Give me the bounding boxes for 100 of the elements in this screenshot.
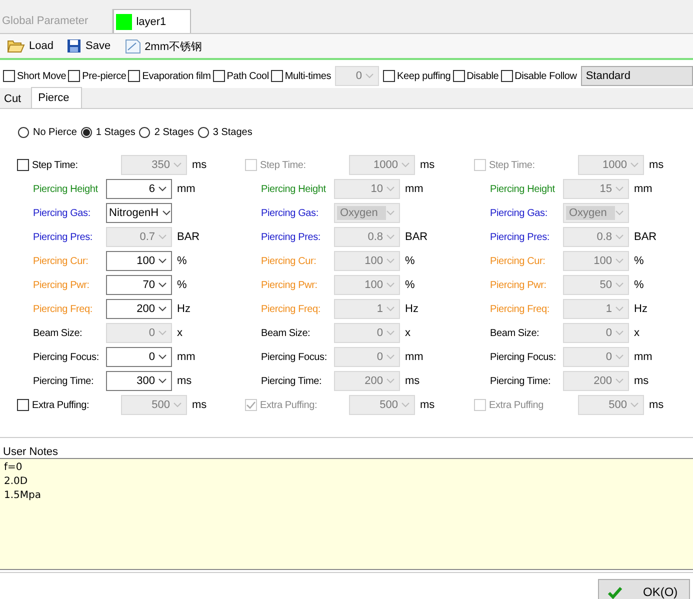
unit-label: ms (649, 159, 664, 171)
unit-label: % (177, 255, 187, 267)
unit-label: x (405, 327, 410, 339)
unit-label: mm (634, 183, 652, 195)
notes-label: User Notes (2, 445, 58, 458)
field-label: Piercing Gas: (33, 208, 92, 218)
toolbar-button[interactable]: 2mm不锈钢 (124, 38, 202, 54)
unit-label: mm (177, 183, 196, 195)
field-label: Step Time: (32, 160, 79, 170)
chevron-down-icon (158, 258, 167, 264)
chevron-down-icon (158, 354, 167, 360)
unit-label: mm (177, 351, 196, 363)
chevron-down-icon (615, 258, 624, 264)
radio-label: 3 Stages (212, 126, 252, 138)
layer-tab[interactable]: layer1 (113, 9, 192, 33)
field-label: Piercing Height (261, 184, 327, 194)
value-combo[interactable]: 200 (106, 299, 172, 319)
chevron-down-icon (386, 354, 395, 360)
mode-dropdown[interactable]: Standard (580, 66, 693, 86)
value-combo[interactable]: 0 (106, 347, 172, 367)
checkmark-icon (607, 587, 623, 599)
field-label: Piercing Height (33, 184, 99, 194)
unit-label: % (177, 279, 187, 291)
chevron-down-icon (386, 186, 395, 192)
value-combo[interactable]: 70 (106, 275, 172, 295)
chevron-down-icon (615, 354, 624, 360)
checkbox[interactable] (500, 70, 513, 82)
section-tab[interactable]: Pierce (31, 87, 82, 108)
radio-label: No Pierce (33, 126, 77, 138)
section-tab[interactable]: Cut (0, 90, 32, 108)
chevron-down-icon (158, 306, 167, 312)
chevron-down-icon (386, 306, 395, 312)
checkbox[interactable] (452, 70, 465, 82)
ok-button[interactable]: OK(O) (598, 579, 690, 599)
option-label: Disable Follow (514, 70, 577, 82)
radio-button[interactable] (139, 126, 150, 138)
unit-label: BAR (405, 231, 428, 243)
radio-button[interactable] (18, 126, 29, 138)
unit-label: BAR (634, 231, 657, 243)
chevron-down-icon (615, 282, 624, 288)
checkmark-icon (246, 401, 256, 409)
radio-button[interactable] (80, 126, 92, 138)
checkbox[interactable] (68, 70, 80, 82)
chevron-down-icon (158, 378, 167, 384)
option-label: Keep puffing (397, 70, 451, 82)
toolbar-button[interactable]: Load (7, 39, 54, 53)
field-label: Beam Size: (261, 328, 312, 338)
value-combo[interactable]: 300 (106, 371, 172, 391)
chevron-down-icon (615, 306, 624, 312)
chevron-down-icon (173, 162, 182, 168)
field-label: Piercing Pwr: (33, 280, 90, 290)
chevron-down-icon (386, 282, 395, 288)
chevron-down-icon (158, 186, 167, 192)
chevron-down-icon (386, 234, 395, 240)
radio-button[interactable] (198, 126, 209, 138)
field-label: Extra Puffing (489, 400, 544, 410)
field-label: Extra Puffing: (260, 400, 318, 410)
option-label: Path Cool (226, 70, 269, 82)
chevron-down-icon (365, 73, 374, 79)
unit-label: % (405, 255, 415, 267)
unit-label: ms (405, 375, 420, 387)
unit-label: % (634, 255, 644, 267)
field-label: Piercing Freq: (261, 304, 322, 314)
gas-dropdown[interactable]: NitrogenH (106, 203, 172, 223)
value-combo[interactable]: 6 (106, 179, 172, 199)
field-label: Piercing Focus: (490, 352, 557, 362)
chevron-down-icon (630, 402, 639, 408)
unit-label: ms (420, 159, 435, 171)
option-label: Evaporation film (142, 70, 211, 82)
field-label: Piercing Gas: (490, 208, 548, 218)
unit-label: % (634, 279, 644, 291)
unit-label: mm (405, 183, 424, 195)
checkbox[interactable] (383, 70, 396, 82)
field-label: Piercing Time: (490, 376, 552, 386)
unit-label: ms (420, 399, 435, 411)
field-label: Piercing Pres: (33, 232, 94, 242)
field-label: Piercing Pres: (490, 232, 550, 242)
checkbox[interactable] (212, 70, 225, 82)
field-label: Piercing Pwr: (490, 280, 548, 290)
field-label: Beam Size: (33, 328, 84, 338)
field-label: Step Time: (489, 160, 536, 170)
field-label: Beam Size: (490, 328, 540, 338)
checkbox[interactable] (128, 70, 140, 82)
unit-label: % (405, 279, 415, 291)
checkbox[interactable] (270, 70, 283, 82)
field-label: Piercing Gas: (261, 208, 320, 218)
checkbox[interactable] (3, 70, 15, 82)
chevron-down-icon (615, 330, 624, 336)
field-label: Piercing Cur: (490, 256, 546, 266)
toolbar-button[interactable]: Save (67, 39, 111, 53)
chevron-down-icon (386, 330, 395, 336)
unit-label: Hz (177, 303, 190, 315)
radio-label: 1 Stages (96, 126, 136, 138)
unit-label: ms (192, 399, 207, 411)
value-combo[interactable]: 100 (106, 251, 172, 271)
chevron-down-icon (615, 234, 624, 240)
field-label: Piercing Pres: (261, 232, 322, 242)
chevron-down-icon (615, 378, 624, 384)
notes-field[interactable]: f=0 2.0D 1.5Mpa (0, 458, 693, 570)
radio-label: 2 Stages (154, 126, 194, 138)
